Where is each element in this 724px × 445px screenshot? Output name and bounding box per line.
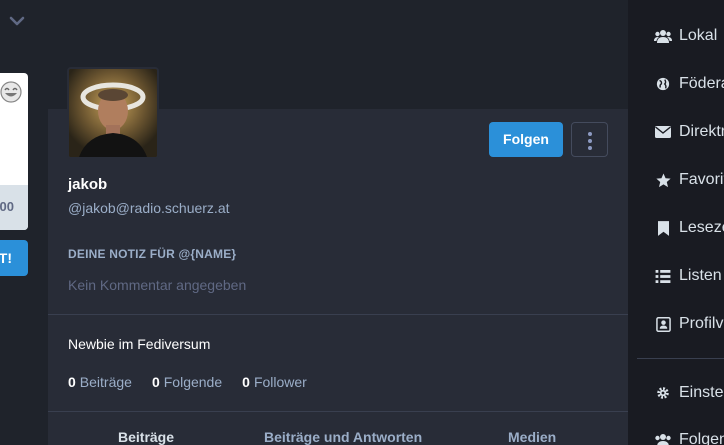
ellipsis-dot [588,146,592,150]
account-handle: @jakob@radio.schuerz.at [68,200,230,216]
personal-note-input[interactable]: Kein Kommentar angegeben [68,277,246,293]
more-options-button[interactable] [571,122,608,157]
globe-icon [654,76,672,92]
star-icon [654,172,672,188]
emoji-picker-icon[interactable] [0,81,22,103]
nav-item-local[interactable]: Lokal [654,24,717,48]
nav-item-follows[interactable]: Folgende [654,428,724,445]
nav-item-bookmarks[interactable]: Lesezeichen [654,216,724,240]
tab-posts-and-replies[interactable]: Beiträge und Antworten [264,429,422,445]
bookmark-icon [654,220,672,236]
ellipsis-vertical-icon [588,132,592,136]
nav-divider [637,358,724,359]
tab-posts[interactable]: Beiträge [118,429,174,445]
list-icon [654,268,672,284]
follow-button[interactable]: Folgen [489,122,563,157]
nav-label: Einstellungen [679,384,724,401]
tab-media[interactable]: Medien [508,429,556,445]
account-timeline: Folgen jakob @jakob@radio.schuerz.at DEI… [48,0,628,445]
navigation-panel: Lokal Föderation Direktnachrichten Favor… [628,0,724,445]
nav-label: Favoriten [679,171,724,188]
compose-column: 500 TRÖÖT! [0,0,48,445]
nav-item-settings[interactable]: Einstellungen [654,381,724,405]
users-icon [654,28,672,44]
following-count-link[interactable]: 0 Folgende [152,374,222,390]
account-bio: Newbie im Fediversum [68,336,211,352]
nav-label: Föderation [679,75,724,92]
nav-label: Folgende [679,431,724,445]
nav-label: Listen [679,267,722,284]
nav-label: Profilverzeichnis [679,315,724,332]
nav-label: Lesezeichen [679,219,724,236]
chevron-down-icon[interactable] [8,12,26,30]
nav-item-lists[interactable]: Listen [654,264,722,288]
posts-count-link[interactable]: 0 Beiträge [68,374,132,390]
ellipsis-dot [588,139,592,143]
display-name: jakob [68,176,108,193]
followers-count-link[interactable]: 0 Follower [242,374,307,390]
gear-icon [654,385,672,401]
nav-label: Direktnachrichten [679,123,724,140]
envelope-icon [654,124,672,140]
personal-note-label: DEINE NOTIZ FÜR @{NAME} [68,247,237,261]
account-tabs: Beiträge Beiträge und Antworten Medien [48,412,628,445]
nav-item-federated[interactable]: Föderation [654,72,724,96]
address-book-icon [654,316,672,332]
character-counter: 500 [0,185,28,230]
publish-button[interactable]: TRÖÖT! [0,240,28,276]
avatar[interactable] [67,67,159,159]
nav-item-directory[interactable]: Profilverzeichnis [654,312,724,336]
avatar-photo [69,69,157,157]
users-icon [654,432,672,445]
nav-item-direct[interactable]: Direktnachrichten [654,120,724,144]
divider [48,314,628,315]
nav-item-favourites[interactable]: Favoriten [654,168,724,192]
account-counters: 0 Beiträge 0 Folgende 0 Follower [68,374,327,390]
nav-label: Lokal [679,27,718,44]
